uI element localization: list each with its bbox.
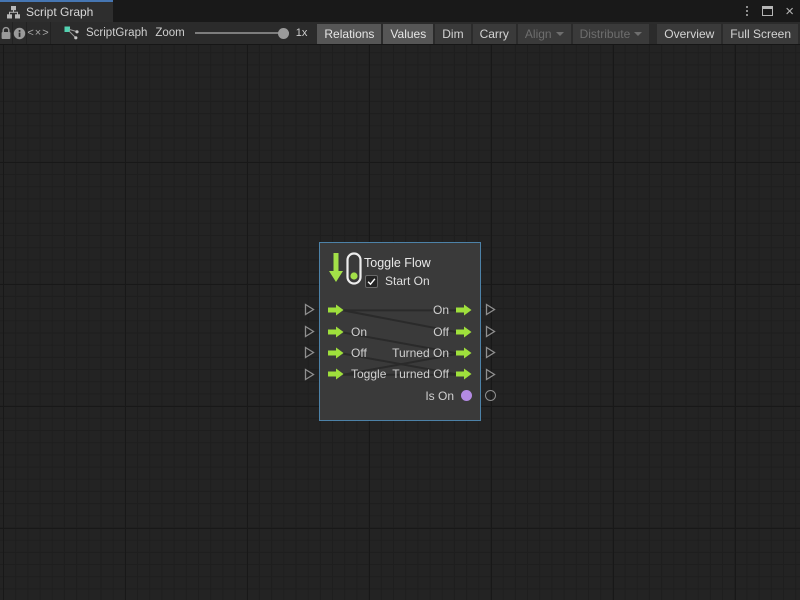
carry-label: Carry [480, 27, 509, 41]
flow-arrow-icon [328, 368, 344, 380]
output-connector-triangle[interactable] [485, 325, 496, 338]
lock-button[interactable] [0, 22, 13, 44]
output-port-on[interactable]: On [433, 299, 472, 320]
zoom-label: Zoom [155, 27, 184, 39]
port-label: Is On [425, 389, 454, 403]
port-label: On [433, 303, 449, 317]
output-port-is-on[interactable]: Is On [425, 385, 472, 406]
input-port-on[interactable]: On [328, 321, 367, 342]
dim-label: Dim [442, 27, 463, 41]
port-label: Toggle [351, 367, 386, 381]
toggle-flow-icon [328, 251, 362, 287]
input-connector-triangle[interactable] [304, 303, 315, 316]
graph-reference[interactable]: ScriptGraph [51, 26, 147, 41]
input-connector-triangle[interactable] [304, 368, 315, 381]
close-icon[interactable]: × [783, 4, 796, 19]
flow-arrow-icon [456, 368, 472, 380]
code-icon: <×> [27, 27, 49, 39]
align-dropdown[interactable]: Align [518, 24, 571, 44]
zoom-control: Zoom 1x [147, 27, 315, 39]
flow-arrow-icon [328, 326, 344, 338]
distribute-label: Distribute [580, 27, 631, 41]
align-label: Align [525, 27, 552, 41]
graph-name-label: ScriptGraph [86, 27, 147, 39]
toolbar-buttons: Relations Values Dim Carry Align Distrib… [317, 22, 800, 44]
port-label: On [351, 325, 367, 339]
info-icon [13, 27, 26, 40]
relations-label: Relations [324, 27, 374, 41]
graph-canvas[interactable]: Toggle Flow Start On On Off [0, 45, 800, 600]
toggle-flow-node[interactable]: Toggle Flow Start On On Off [319, 242, 481, 421]
overview-button[interactable]: Overview [657, 24, 721, 44]
port-label: Off [433, 325, 449, 339]
start-on-setting: Start On [365, 274, 430, 288]
zoom-slider-handle[interactable] [278, 28, 289, 39]
start-on-checkbox[interactable] [365, 275, 378, 288]
full-screen-label: Full Screen [730, 27, 791, 41]
distribute-dropdown[interactable]: Distribute [573, 24, 650, 44]
overview-label: Overview [664, 27, 714, 41]
input-port-toggle[interactable]: Toggle [328, 363, 386, 384]
input-port-off[interactable]: Off [328, 342, 367, 363]
node-title: Toggle Flow [364, 256, 431, 270]
flow-arrow-icon [456, 304, 472, 316]
input-port-enter[interactable] [328, 299, 344, 320]
output-connector-triangle[interactable] [485, 346, 496, 359]
carry-toggle[interactable]: Carry [473, 24, 516, 44]
lock-icon [0, 26, 12, 40]
flow-arrow-icon [328, 347, 344, 359]
tab-label: Script Graph [26, 5, 93, 19]
full-screen-button[interactable]: Full Screen [723, 24, 798, 44]
chevron-down-icon [634, 32, 642, 36]
flow-arrow-icon [456, 326, 472, 338]
maximize-icon[interactable] [762, 6, 773, 16]
output-port-off[interactable]: Off [433, 321, 472, 342]
port-label: Turned Off [392, 367, 449, 381]
output-connector-circle[interactable] [485, 390, 496, 401]
script-graph-icon [64, 26, 79, 41]
graph-hierarchy-icon [7, 6, 20, 19]
input-connector-triangle[interactable] [304, 346, 315, 359]
window-controls: × [742, 0, 796, 22]
start-on-label: Start On [385, 274, 430, 288]
chevron-down-icon [556, 32, 564, 36]
checkmark-icon [366, 275, 377, 288]
flow-arrow-icon [456, 347, 472, 359]
port-label: Turned On [392, 346, 449, 360]
input-connector-triangle[interactable] [304, 325, 315, 338]
output-connector-triangle[interactable] [485, 303, 496, 316]
values-label: Values [390, 27, 426, 41]
window-menu-icon[interactable] [742, 4, 752, 18]
values-toggle[interactable]: Values [383, 24, 433, 44]
dim-toggle[interactable]: Dim [435, 24, 470, 44]
tab-script-graph[interactable]: Script Graph [0, 0, 113, 22]
zoom-slider[interactable] [195, 32, 289, 34]
port-label: Off [351, 346, 367, 360]
graph-toolbar: <×> ScriptGraph Zoom 1x Relations Value [0, 22, 800, 45]
script-graph-window: Script Graph × <×> [0, 0, 800, 600]
output-port-turned-on[interactable]: Turned On [392, 342, 472, 363]
output-connector-triangle[interactable] [485, 368, 496, 381]
relations-toggle[interactable]: Relations [317, 24, 381, 44]
zoom-value: 1x [296, 27, 308, 39]
info-button[interactable] [13, 22, 27, 44]
code-preview-button[interactable]: <×> [27, 22, 51, 44]
tab-bar: Script Graph × [0, 0, 800, 22]
flow-arrow-icon [328, 304, 344, 316]
output-port-turned-off[interactable]: Turned Off [392, 363, 472, 384]
boolean-value-port-icon [461, 390, 472, 401]
